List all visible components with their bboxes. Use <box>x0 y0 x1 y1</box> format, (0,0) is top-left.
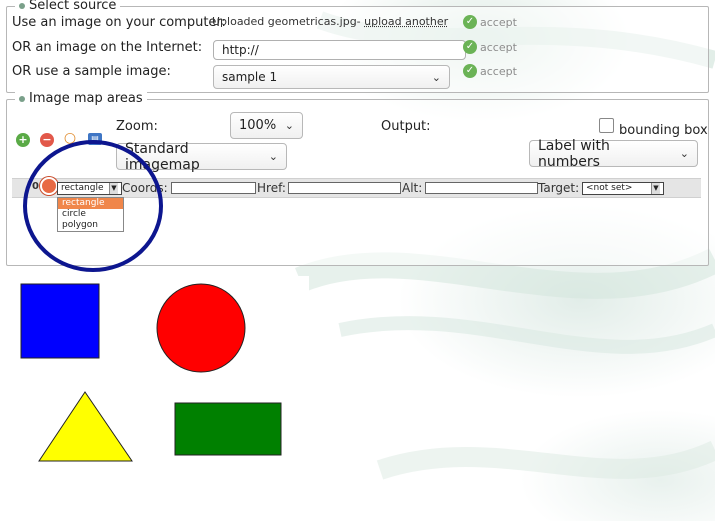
label-mode-select[interactable]: Label with numbers ⌄ <box>529 138 698 170</box>
accept-sample-button[interactable]: ✓ accept <box>463 64 517 78</box>
bounding-box-checkbox[interactable] <box>599 118 614 133</box>
zoom-label: Zoom: <box>116 119 158 134</box>
upload-status-text: Uploaded geometricas.jpg- <box>212 15 361 28</box>
check-icon: ✓ <box>463 64 477 78</box>
chevron-down-icon: ▼ <box>651 183 660 194</box>
select-source-legend: Select source <box>15 0 121 13</box>
local-image-label: Use an image on your computer: <box>12 15 226 30</box>
chevron-down-icon: ⌄ <box>284 119 294 132</box>
bullet-icon <box>19 95 25 102</box>
sample-image-select[interactable]: sample 1 ⌄ <box>213 65 450 89</box>
upload-status: Uploaded geometricas.jpg- upload another <box>212 15 448 28</box>
output-label: Output: <box>381 119 431 134</box>
bullet-icon <box>19 2 25 9</box>
alt-label: Alt: <box>402 181 423 195</box>
target-select[interactable]: <not set> ▼ <box>582 182 664 195</box>
chevron-down-icon: ⌄ <box>679 147 689 160</box>
accept-local-button[interactable]: ✓ accept <box>463 15 517 29</box>
href-input[interactable] <box>288 182 401 194</box>
image-url-input[interactable]: http:// <box>213 40 466 60</box>
href-label: Href: <box>257 181 286 195</box>
alt-input[interactable] <box>425 182 538 194</box>
green-rectangle <box>174 402 282 456</box>
upload-another-link[interactable]: upload another <box>364 15 448 28</box>
annotation-circle <box>23 140 163 272</box>
red-circle <box>156 283 246 373</box>
coords-input[interactable] <box>171 182 256 194</box>
check-icon: ✓ <box>463 15 477 29</box>
yellow-triangle <box>38 391 133 462</box>
image-map-areas-legend: Image map areas <box>15 91 147 106</box>
target-label: Target: <box>538 181 580 195</box>
sample-image-label: OR use a sample image: <box>12 64 171 79</box>
chevron-down-icon: ⌄ <box>431 70 441 84</box>
check-icon: ✓ <box>463 40 477 54</box>
blue-square <box>20 283 100 359</box>
bounding-box-label: bounding box <box>619 123 708 138</box>
zoom-select[interactable]: 100% ⌄ <box>230 112 303 139</box>
internet-image-label: OR an image on the Internet: <box>12 40 203 55</box>
accept-url-button[interactable]: ✓ accept <box>463 40 517 54</box>
image-canvas[interactable] <box>6 276 309 489</box>
chevron-down-icon: ⌄ <box>268 150 278 163</box>
